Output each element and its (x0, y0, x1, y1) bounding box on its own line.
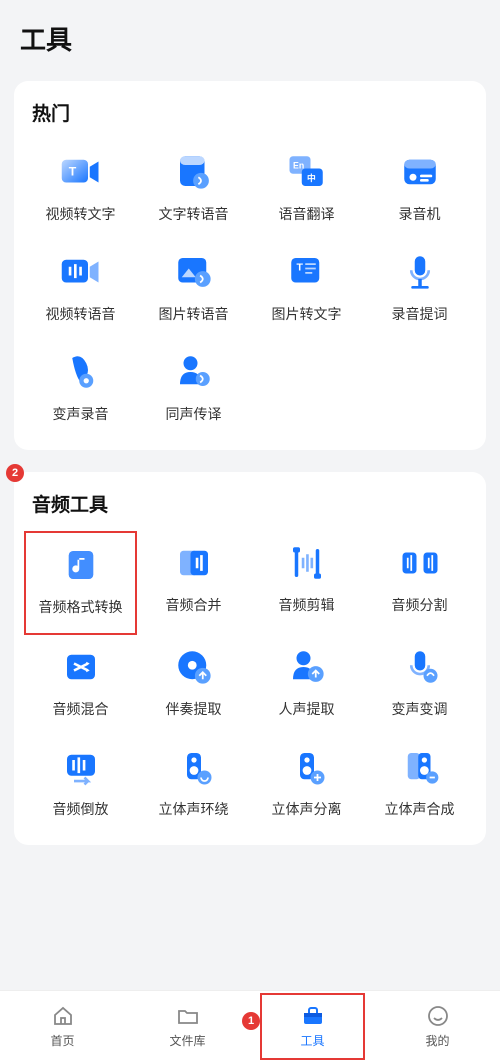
section-audio-grid: 音频格式转换 音频合并 音频剪辑 音频分割 音频混合 (24, 531, 476, 835)
section-audio-title: 音频工具 (32, 490, 468, 517)
tool-label: 文字转语音 (159, 204, 229, 224)
text-to-speech-icon (172, 150, 216, 194)
tool-label: 音频倒放 (53, 799, 109, 819)
stereo-split-icon (285, 745, 329, 789)
tool-audio-format[interactable]: 音频格式转换 (24, 531, 137, 635)
tool-video-to-speech[interactable]: 视频转语音 (24, 240, 137, 340)
toolbox-icon (300, 1004, 326, 1028)
tool-video-to-text[interactable]: T 视频转文字 (24, 140, 137, 240)
tab-label: 文件库 (169, 1032, 205, 1049)
tool-label: 视频转语音 (46, 304, 116, 324)
accompaniment-extract-icon (172, 645, 216, 689)
tool-label: 人声提取 (279, 699, 335, 719)
voice-teleprompter-icon (398, 250, 442, 294)
section-hot: 热门 T 视频转文字 文字转语音 En中 语音翻译 录音机 (14, 81, 486, 450)
tool-label: 语音翻译 (279, 204, 335, 224)
annotation-2-badge: 2 (6, 464, 24, 482)
tool-stereo-surround[interactable]: 立体声环绕 (137, 735, 250, 835)
tool-label: 图片转文字 (272, 304, 342, 324)
tool-text-to-speech[interactable]: 文字转语音 (137, 140, 250, 240)
tool-label: 音频合并 (166, 595, 222, 615)
tool-audio-trim[interactable]: 音频剪辑 (250, 531, 363, 635)
vocal-extract-icon (285, 645, 329, 689)
tool-pitch-shift[interactable]: 变声变调 (363, 635, 476, 735)
tool-audio-merge[interactable]: 音频合并 (137, 531, 250, 635)
tab-files[interactable]: 文件库 (125, 991, 250, 1062)
pitch-shift-icon (398, 645, 442, 689)
tool-label: 图片转语音 (159, 304, 229, 324)
tab-label: 我的 (425, 1032, 449, 1049)
tab-profile[interactable]: 我的 (375, 991, 500, 1062)
section-audio: 2 音频工具 音频格式转换 音频合并 音频剪辑 音频分割 (14, 472, 486, 845)
svg-text:T: T (296, 261, 303, 273)
svg-text:中: 中 (307, 172, 316, 183)
profile-icon (425, 1004, 451, 1028)
tool-audio-reverse[interactable]: 音频倒放 (24, 735, 137, 835)
tool-label: 音频剪辑 (279, 595, 335, 615)
tool-recorder[interactable]: 录音机 (363, 140, 476, 240)
tab-home[interactable]: 首页 (0, 991, 125, 1062)
svg-text:En: En (293, 161, 304, 171)
folder-icon (175, 1004, 201, 1028)
annotation-1-badge: 1 (242, 1012, 260, 1030)
audio-trim-icon (285, 541, 329, 585)
tool-label: 立体声环绕 (159, 799, 229, 819)
tool-label: 立体声分离 (272, 799, 342, 819)
audio-reverse-icon (59, 745, 103, 789)
tool-label: 视频转文字 (46, 204, 116, 224)
image-to-text-icon: T (285, 250, 329, 294)
tool-stereo-merge[interactable]: 立体声合成 (363, 735, 476, 835)
audio-split-icon (398, 541, 442, 585)
tool-accompaniment-extract[interactable]: 伴奏提取 (137, 635, 250, 735)
section-hot-title: 热门 (32, 99, 468, 126)
simultaneous-interpret-icon (172, 350, 216, 394)
tab-tools[interactable]: 1 工具 (250, 991, 375, 1062)
tool-vocal-extract[interactable]: 人声提取 (250, 635, 363, 735)
tool-label: 立体声合成 (385, 799, 455, 819)
section-hot-grid: T 视频转文字 文字转语音 En中 语音翻译 录音机 视 (24, 140, 476, 440)
page-title: 工具 (0, 0, 500, 67)
tab-label: 工具 (300, 1032, 324, 1049)
tool-label: 同声传译 (166, 404, 222, 424)
voice-change-record-icon (59, 350, 103, 394)
tool-simultaneous-interpret[interactable]: 同声传译 (137, 340, 250, 440)
audio-merge-icon (172, 541, 216, 585)
stereo-merge-icon (398, 745, 442, 789)
voice-translate-icon: En中 (285, 150, 329, 194)
video-to-text-icon: T (59, 150, 103, 194)
svg-text:T: T (68, 165, 76, 179)
tab-label: 首页 (50, 1032, 74, 1049)
tool-image-to-speech[interactable]: 图片转语音 (137, 240, 250, 340)
tool-label: 音频分割 (392, 595, 448, 615)
tool-label: 音频格式转换 (39, 597, 123, 617)
home-icon (50, 1004, 76, 1028)
tool-voice-change-record[interactable]: 变声录音 (24, 340, 137, 440)
tool-voice-teleprompter[interactable]: 录音提词 (363, 240, 476, 340)
tab-bar: 首页 文件库 1 工具 我的 (0, 990, 500, 1062)
tool-label: 音频混合 (53, 699, 109, 719)
tool-label: 伴奏提取 (166, 699, 222, 719)
stereo-surround-icon (172, 745, 216, 789)
tool-stereo-split[interactable]: 立体声分离 (250, 735, 363, 835)
tool-voice-translate[interactable]: En中 语音翻译 (250, 140, 363, 240)
recorder-icon (398, 150, 442, 194)
audio-mix-icon (59, 645, 103, 689)
audio-format-icon (59, 543, 103, 587)
tool-audio-split[interactable]: 音频分割 (363, 531, 476, 635)
tool-audio-mix[interactable]: 音频混合 (24, 635, 137, 735)
video-to-speech-icon (59, 250, 103, 294)
tool-label: 变声变调 (392, 699, 448, 719)
tool-image-to-text[interactable]: T 图片转文字 (250, 240, 363, 340)
tool-label: 变声录音 (53, 404, 109, 424)
tool-label: 录音机 (399, 204, 441, 224)
image-to-speech-icon (172, 250, 216, 294)
tool-label: 录音提词 (392, 304, 448, 324)
